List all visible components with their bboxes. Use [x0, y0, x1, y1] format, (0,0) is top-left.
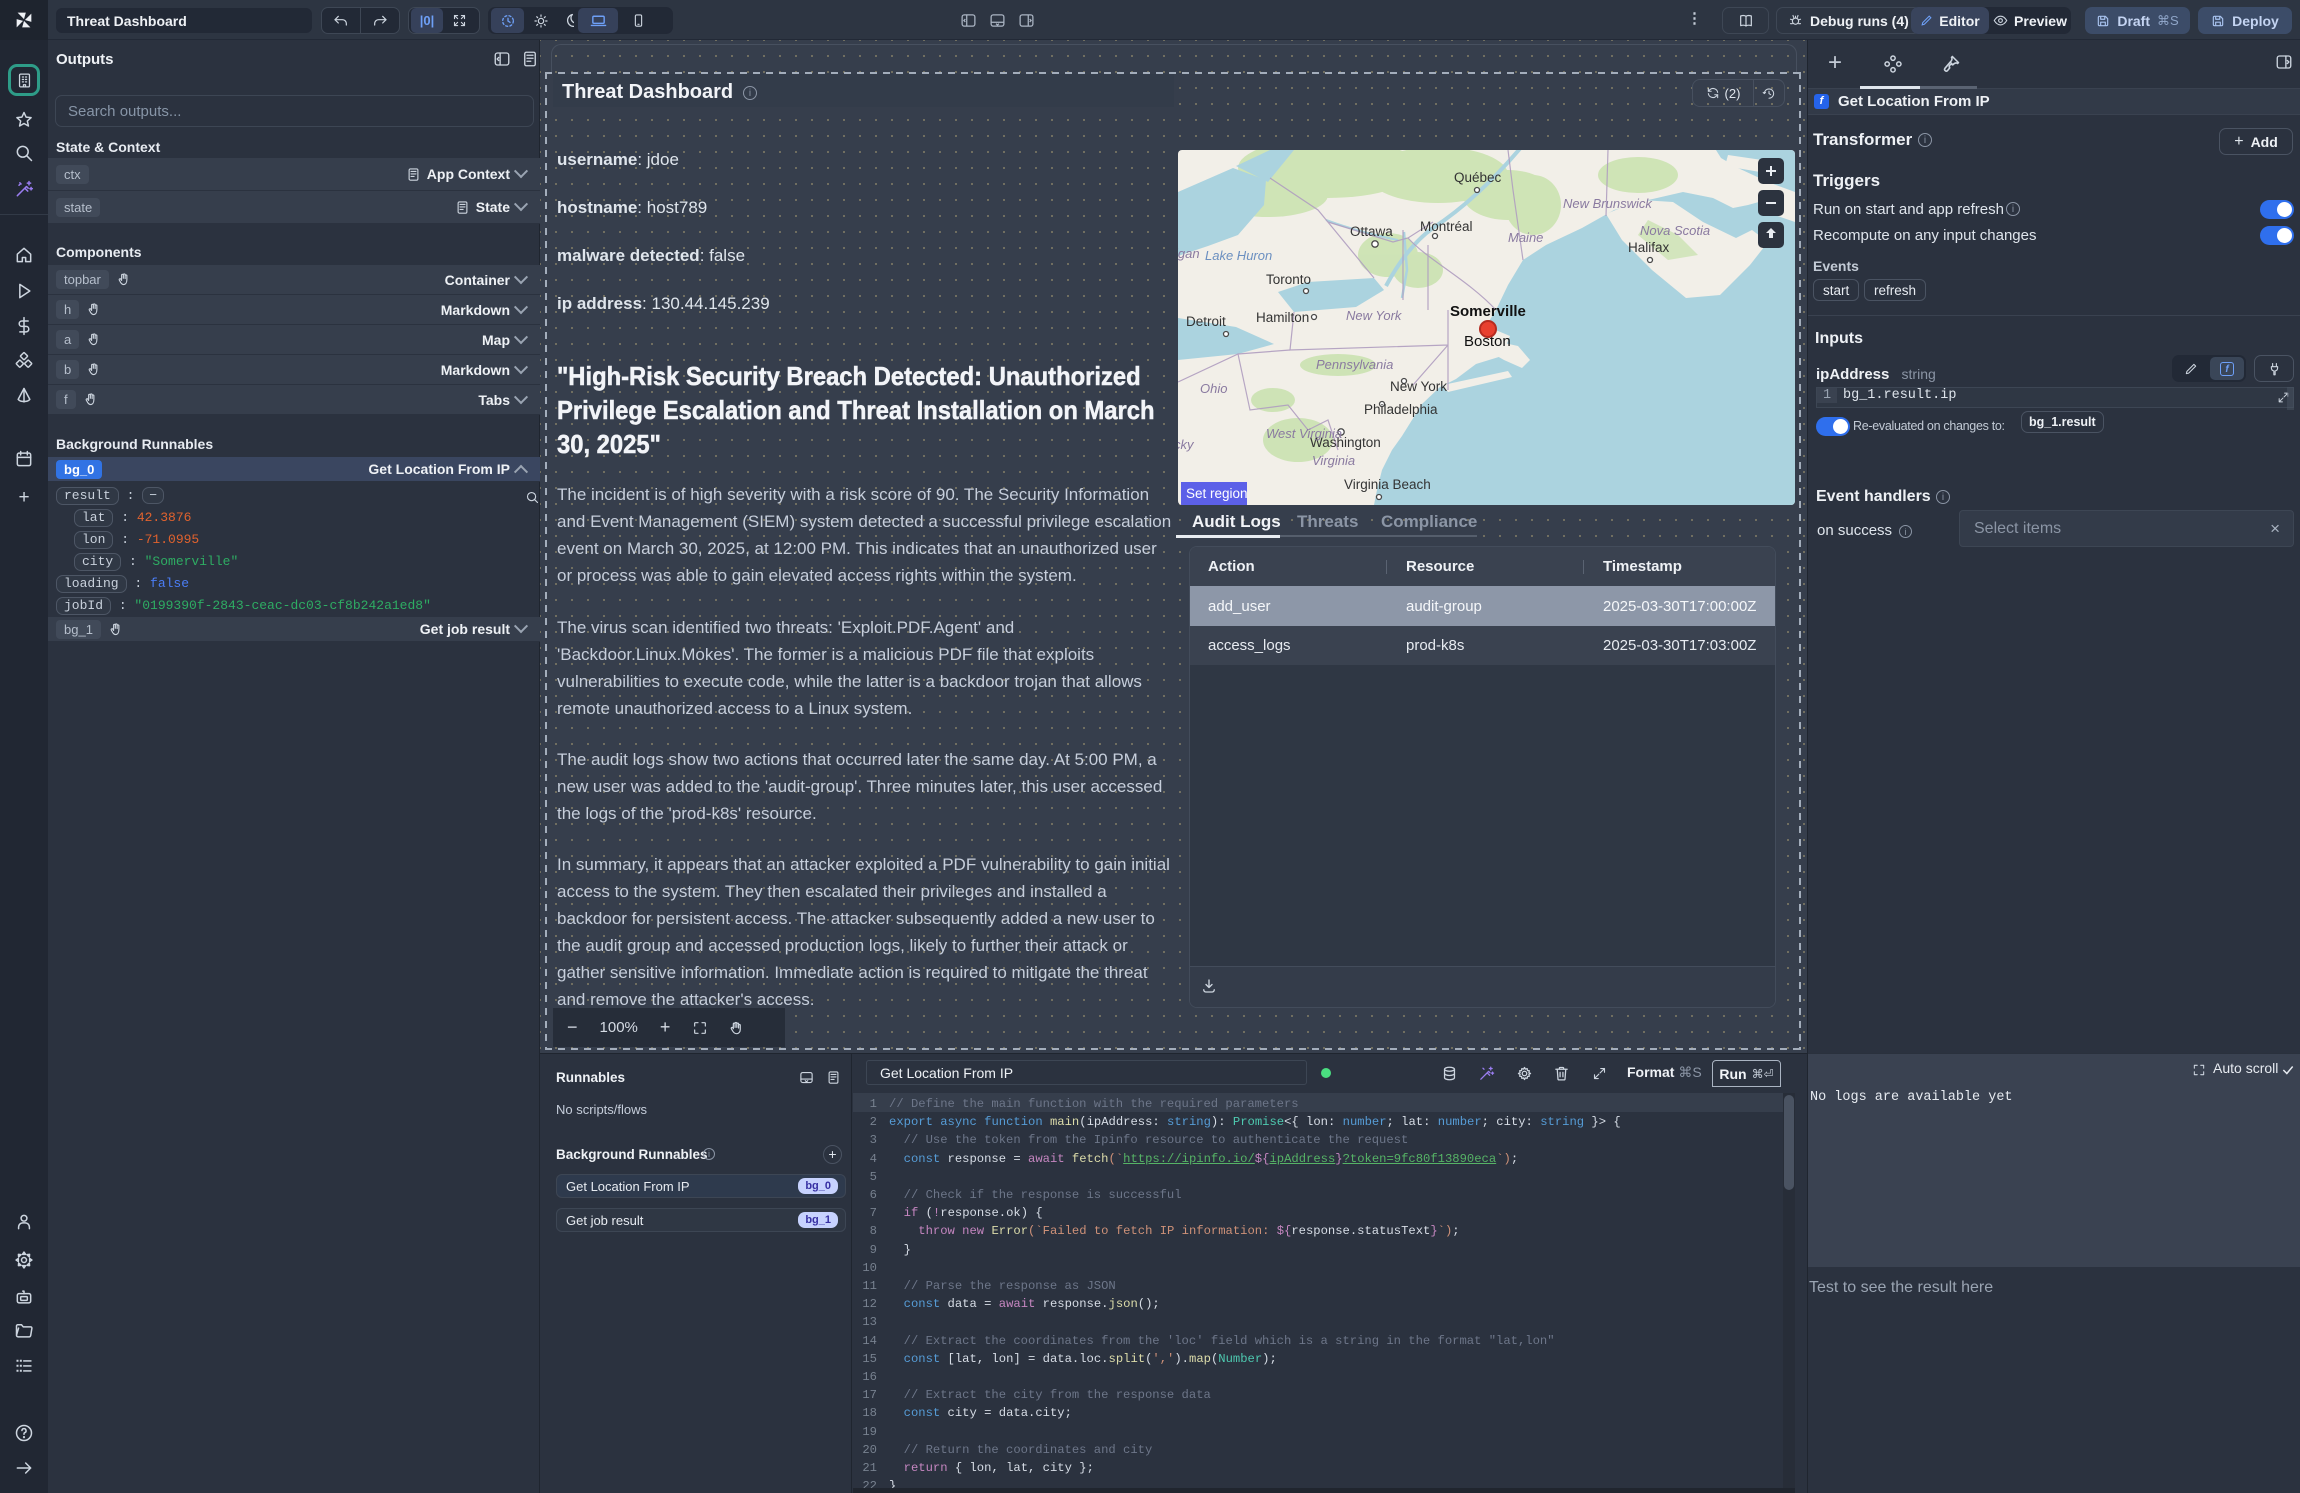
svg-text:New Brunswick: New Brunswick — [1563, 196, 1653, 211]
svg-text:Somerville: Somerville — [1450, 303, 1526, 320]
svg-text:Maine: Maine — [1508, 230, 1543, 245]
svg-text:Lake Huron: Lake Huron — [1205, 248, 1272, 263]
svg-text:Ohio: Ohio — [1200, 381, 1227, 396]
svg-text:West Virginia: West Virginia — [1266, 426, 1342, 441]
svg-text:Halifax: Halifax — [1628, 240, 1670, 255]
svg-text:Set region: Set region — [1186, 486, 1248, 501]
svg-text:cky: cky — [1178, 437, 1195, 452]
svg-text:Pennsylvania: Pennsylvania — [1316, 357, 1393, 372]
svg-text:New York: New York — [1390, 379, 1447, 394]
svg-text:Québec: Québec — [1454, 170, 1502, 185]
svg-text:Virginia: Virginia — [1312, 453, 1355, 468]
svg-text:New York: New York — [1346, 308, 1403, 323]
svg-text:Nova Scotia: Nova Scotia — [1640, 223, 1710, 238]
svg-text:Philadelphia: Philadelphia — [1364, 402, 1438, 417]
svg-text:Hamilton: Hamilton — [1256, 310, 1309, 325]
svg-text:Montréal: Montréal — [1420, 219, 1473, 234]
svg-text:Detroit: Detroit — [1186, 314, 1226, 329]
svg-text:Toronto: Toronto — [1266, 272, 1311, 287]
svg-text:Virginia Beach: Virginia Beach — [1344, 477, 1431, 492]
svg-text:igan: igan — [1178, 246, 1200, 261]
svg-text:Ottawa: Ottawa — [1350, 224, 1393, 239]
